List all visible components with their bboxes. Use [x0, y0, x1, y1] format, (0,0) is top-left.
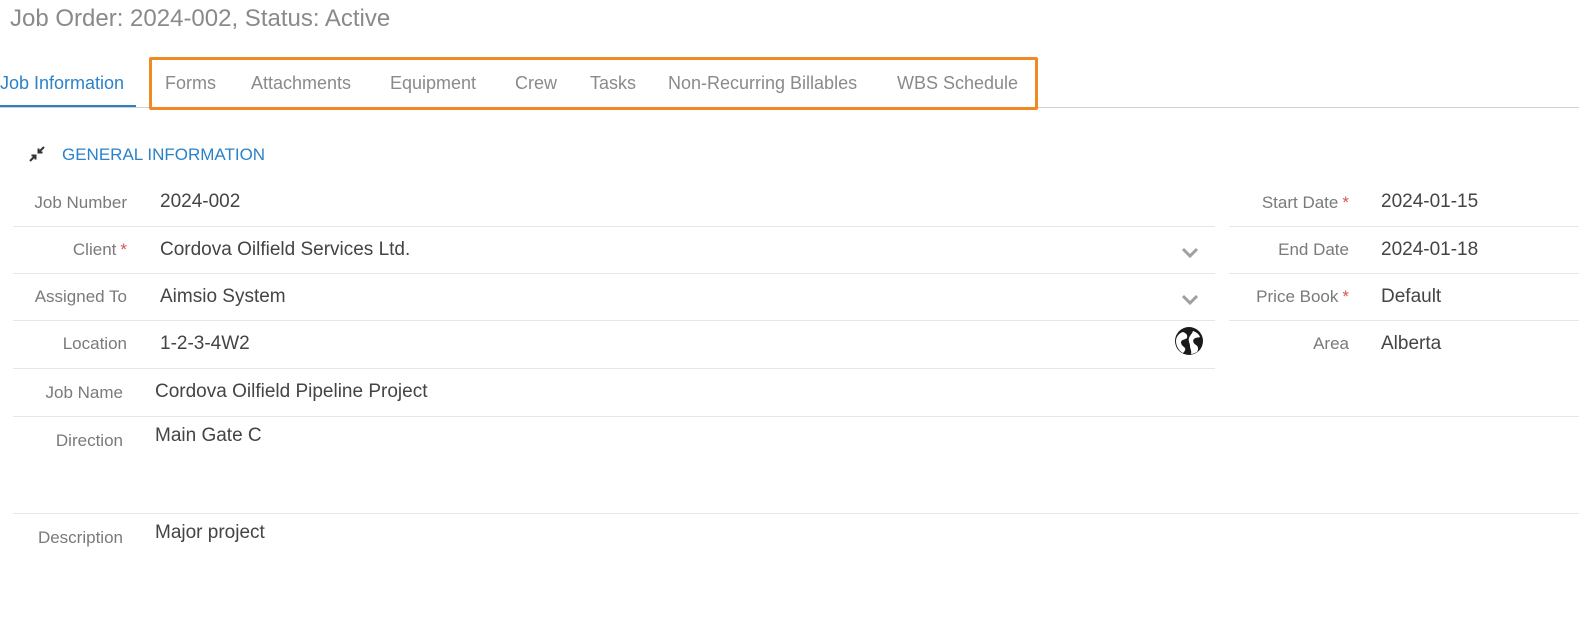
- tab-crew[interactable]: Crew: [515, 58, 557, 108]
- direction-label: Direction: [55, 431, 123, 450]
- price-book-label-text: Price Book: [1256, 287, 1339, 306]
- location-value[interactable]: 1-2-3-4W2: [160, 333, 250, 355]
- required-marker: *: [1342, 193, 1349, 212]
- chevron-down-icon[interactable]: [1181, 294, 1199, 306]
- client-label-text: Client: [72, 240, 117, 259]
- description-row: Description Major project: [13, 514, 1579, 574]
- direction-value[interactable]: Main Gate C: [155, 425, 262, 447]
- assigned-to-label: Assigned To: [34, 287, 127, 306]
- tab-attachments[interactable]: Attachments: [251, 58, 351, 108]
- price-book-select[interactable]: Default: [1381, 286, 1441, 308]
- chevron-down-icon[interactable]: [1181, 247, 1199, 259]
- price-book-row: Price Book * Default: [1229, 274, 1579, 321]
- end-date-row: End Date 2024-01-18: [1229, 227, 1579, 274]
- job-number-label: Job Number: [34, 193, 127, 212]
- tab-equipment[interactable]: Equipment: [390, 58, 476, 108]
- job-number-row: Job Number 2024-002: [13, 180, 1215, 227]
- area-label: Area: [1313, 334, 1349, 353]
- job-name-value[interactable]: Cordova Oilfield Pipeline Project: [155, 381, 427, 403]
- job-number-value: 2024-002: [160, 191, 241, 212]
- location-row: Location 1-2-3-4W2: [13, 321, 1215, 369]
- location-label: Location: [62, 334, 127, 353]
- direction-row: Direction Main Gate C: [13, 417, 1579, 514]
- start-date-label-text: Start Date: [1261, 193, 1339, 212]
- price-book-label: Price Book *: [1229, 287, 1349, 307]
- client-select[interactable]: Cordova Oilfield Services Ltd.: [160, 239, 410, 261]
- tab-job-information[interactable]: Job Information: [0, 58, 136, 107]
- job-name-label: Job Name: [45, 383, 123, 402]
- tab-bar: Job Information Forms Attachments Equipm…: [0, 58, 1579, 108]
- tab-non-recurring-billables[interactable]: Non-Recurring Billables: [668, 58, 857, 108]
- end-date-value[interactable]: 2024-01-18: [1381, 239, 1478, 261]
- start-date-label: Start Date *: [1229, 193, 1349, 213]
- assigned-to-select[interactable]: Aimsio System: [160, 286, 286, 308]
- start-date-value[interactable]: 2024-01-15: [1381, 191, 1478, 213]
- page-title: Job Order: 2024-002, Status: Active: [10, 5, 391, 32]
- required-marker: *: [120, 240, 127, 259]
- description-label: Description: [37, 528, 123, 547]
- tab-tasks[interactable]: Tasks: [590, 58, 636, 108]
- description-value[interactable]: Major project: [155, 522, 265, 544]
- collapse-icon[interactable]: [28, 145, 46, 163]
- job-name-row: Job Name Cordova Oilfield Pipeline Proje…: [13, 369, 1579, 417]
- globe-icon[interactable]: [1174, 326, 1204, 356]
- area-row: Area Alberta: [1229, 321, 1579, 369]
- client-label: Client *: [13, 240, 127, 260]
- client-row: Client * Cordova Oilfield Services Ltd.: [13, 227, 1215, 274]
- start-date-row: Start Date * 2024-01-15: [1229, 180, 1579, 227]
- required-marker: *: [1342, 287, 1349, 306]
- area-value[interactable]: Alberta: [1381, 333, 1441, 355]
- end-date-label: End Date: [1278, 240, 1349, 259]
- assigned-to-row: Assigned To Aimsio System: [13, 274, 1215, 321]
- tab-forms[interactable]: Forms: [165, 58, 216, 108]
- tab-wbs-schedule[interactable]: WBS Schedule: [897, 58, 1018, 108]
- section-title: GENERAL INFORMATION: [62, 145, 266, 164]
